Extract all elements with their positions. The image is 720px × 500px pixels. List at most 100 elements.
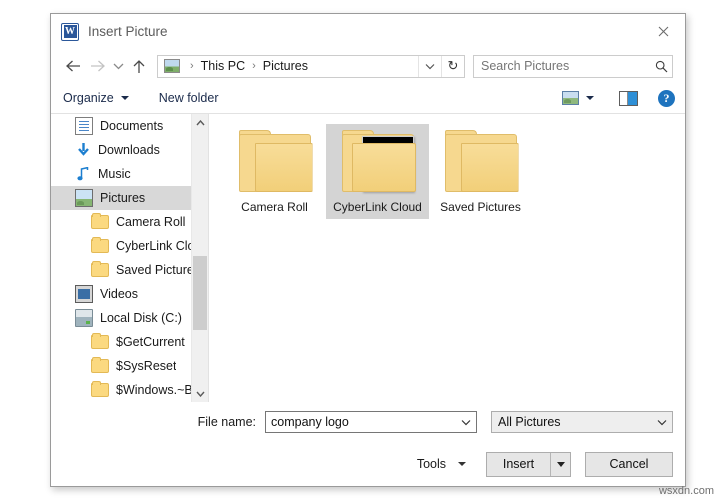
close-button[interactable] (641, 14, 685, 48)
file-tiles: Camera Roll CyberLink Cloud Saved Pictures (209, 114, 685, 219)
new-folder-button[interactable]: New folder (159, 91, 219, 105)
forward-arrow-icon (85, 54, 109, 78)
scroll-up-chevron-icon[interactable] (192, 114, 208, 131)
file-type-filter-combobox[interactable]: All Pictures (491, 411, 673, 433)
sidebar-item-sysreset[interactable]: $SysReset (51, 354, 208, 378)
navigation-sidebar: Documents Downloads Music Pictures Camera Ro… (51, 114, 209, 402)
scroll-down-chevron-icon[interactable] (192, 385, 208, 402)
sidebar-item-downloads[interactable]: Downloads (51, 138, 208, 162)
breadcrumb-this-pc[interactable]: This PC (199, 59, 247, 73)
search-icon (650, 60, 672, 73)
sidebar-item-camera-roll[interactable]: Camera Roll (51, 210, 208, 234)
filter-chevron-down-icon[interactable] (652, 419, 672, 426)
file-tile-label: CyberLink Cloud (333, 200, 422, 214)
back-arrow-icon[interactable] (61, 54, 85, 78)
sidebar-item-documents[interactable]: Documents (51, 114, 208, 138)
sidebar-item-label: Documents (100, 119, 164, 133)
sidebar-item-music[interactable]: Music (51, 162, 208, 186)
recent-locations-chevron-down-icon[interactable] (109, 54, 127, 78)
disk-icon (75, 309, 93, 327)
videos-icon (75, 285, 93, 303)
sidebar-item-label: Local Disk (C:) (100, 311, 182, 325)
filename-row: File name: company logo All Pictures (51, 402, 685, 442)
search-box[interactable]: Search Pictures (473, 54, 673, 78)
filename-input[interactable]: company logo (266, 415, 456, 429)
refresh-icon[interactable]: ↻ (441, 55, 464, 77)
file-tile[interactable]: Camera Roll (223, 124, 326, 219)
file-tile[interactable]: Saved Pictures (429, 124, 532, 219)
sidebar-item-label: $Windows.~BT (116, 383, 201, 397)
new-folder-label: New folder (158, 91, 219, 105)
folder-icon (91, 333, 109, 349)
breadcrumb-separator: › (190, 60, 194, 72)
insert-dropdown-chevron-icon[interactable] (550, 452, 570, 476)
title-bar: W Insert Picture (51, 14, 685, 49)
sidebar-scrollbar[interactable] (191, 114, 208, 402)
file-tile[interactable]: CyberLink Cloud (326, 124, 429, 219)
chevron-down-icon (120, 96, 129, 100)
preview-pane-icon[interactable] (619, 90, 638, 106)
pictures-icon (75, 189, 93, 207)
filename-combobox[interactable]: company logo (265, 411, 477, 433)
sidebar-item-saved-pictures[interactable]: Saved Pictures (51, 258, 208, 282)
folder-icon (91, 213, 109, 229)
sidebar-item-label: Pictures (100, 191, 146, 205)
downloads-icon (75, 142, 91, 158)
file-tile-label: Saved Pictures (440, 200, 521, 214)
sidebar-item-label: Downloads (98, 143, 160, 157)
tools-button[interactable]: Tools (417, 457, 466, 471)
organize-button[interactable]: Organize (63, 91, 129, 105)
cancel-button[interactable]: Cancel (585, 451, 673, 477)
tools-label: Tools (416, 457, 446, 471)
file-list-pane[interactable]: Camera Roll CyberLink Cloud Saved Pictures (209, 114, 685, 402)
folder-icon (91, 381, 109, 397)
sidebar-item-pictures[interactable]: Pictures (51, 186, 208, 210)
sidebar-item-cyberlink-clou[interactable]: CyberLink Clou (51, 234, 208, 258)
sidebar-item-windows-bt[interactable]: $Windows.~BT (51, 378, 208, 402)
address-chevron-down-icon[interactable] (418, 55, 441, 77)
dialog-body: Documents Downloads Music Pictures Camera Ro… (51, 114, 685, 402)
sidebar-item-label: Saved Pictures (116, 263, 201, 277)
help-icon[interactable]: ? (658, 89, 675, 107)
word-icon-letter: W (63, 25, 77, 38)
view-options-icon[interactable] (562, 91, 579, 105)
address-bar[interactable]: › This PC › Pictures ↻ (157, 54, 465, 78)
filename-chevron-down-icon[interactable] (456, 419, 476, 426)
organize-label: Organize (63, 91, 114, 105)
pictures-library-icon (164, 59, 180, 73)
up-arrow-icon[interactable] (127, 54, 151, 78)
sidebar-item-label: $SysReset (116, 359, 177, 373)
folder-icon (341, 130, 416, 192)
scrollbar-thumb[interactable] (193, 256, 207, 330)
folder-icon (91, 237, 109, 253)
insert-picture-dialog: W Insert Picture › This PC › Pictures ↻ … (50, 13, 686, 487)
music-icon (75, 166, 91, 182)
view-options-chevron-down-icon[interactable] (579, 96, 601, 100)
sidebar-item-label: Music (98, 167, 131, 181)
file-tile-label: Camera Roll (241, 200, 308, 214)
breadcrumb-separator: › (252, 60, 256, 72)
sidebar-item-label: Videos (100, 287, 138, 301)
folder-icon (238, 130, 313, 192)
navigation-bar: › This PC › Pictures ↻ Search Pictures (51, 49, 685, 83)
tools-chevron-down-icon (458, 462, 466, 466)
sidebar-item-local-disk-c[interactable]: Local Disk (C:) (51, 306, 208, 330)
folder-icon (444, 130, 519, 192)
sidebar-item-videos[interactable]: Videos (51, 282, 208, 306)
sidebar-item-label: CyberLink Clou (116, 239, 202, 253)
dialog-footer: File name: company logo All Pictures Too (51, 402, 685, 486)
sidebar-list: Documents Downloads Music Pictures Camera Ro… (51, 114, 208, 402)
documents-icon (75, 117, 93, 135)
breadcrumb-pictures[interactable]: Pictures (261, 59, 310, 73)
insert-button[interactable]: Insert (487, 453, 550, 476)
file-type-filter-value: All Pictures (498, 415, 561, 429)
sidebar-item-getcurrent[interactable]: $GetCurrent (51, 330, 208, 354)
watermark: wsxdn.com (658, 485, 714, 497)
search-input[interactable]: Search Pictures (474, 59, 650, 73)
command-toolbar: Organize New folder ? (51, 83, 685, 114)
insert-split-button[interactable]: Insert (486, 451, 571, 477)
word-icon: W (61, 22, 79, 41)
toolbar-right-group: ? (562, 89, 675, 107)
folder-icon (91, 357, 109, 373)
window-title: Insert Picture (88, 24, 168, 39)
